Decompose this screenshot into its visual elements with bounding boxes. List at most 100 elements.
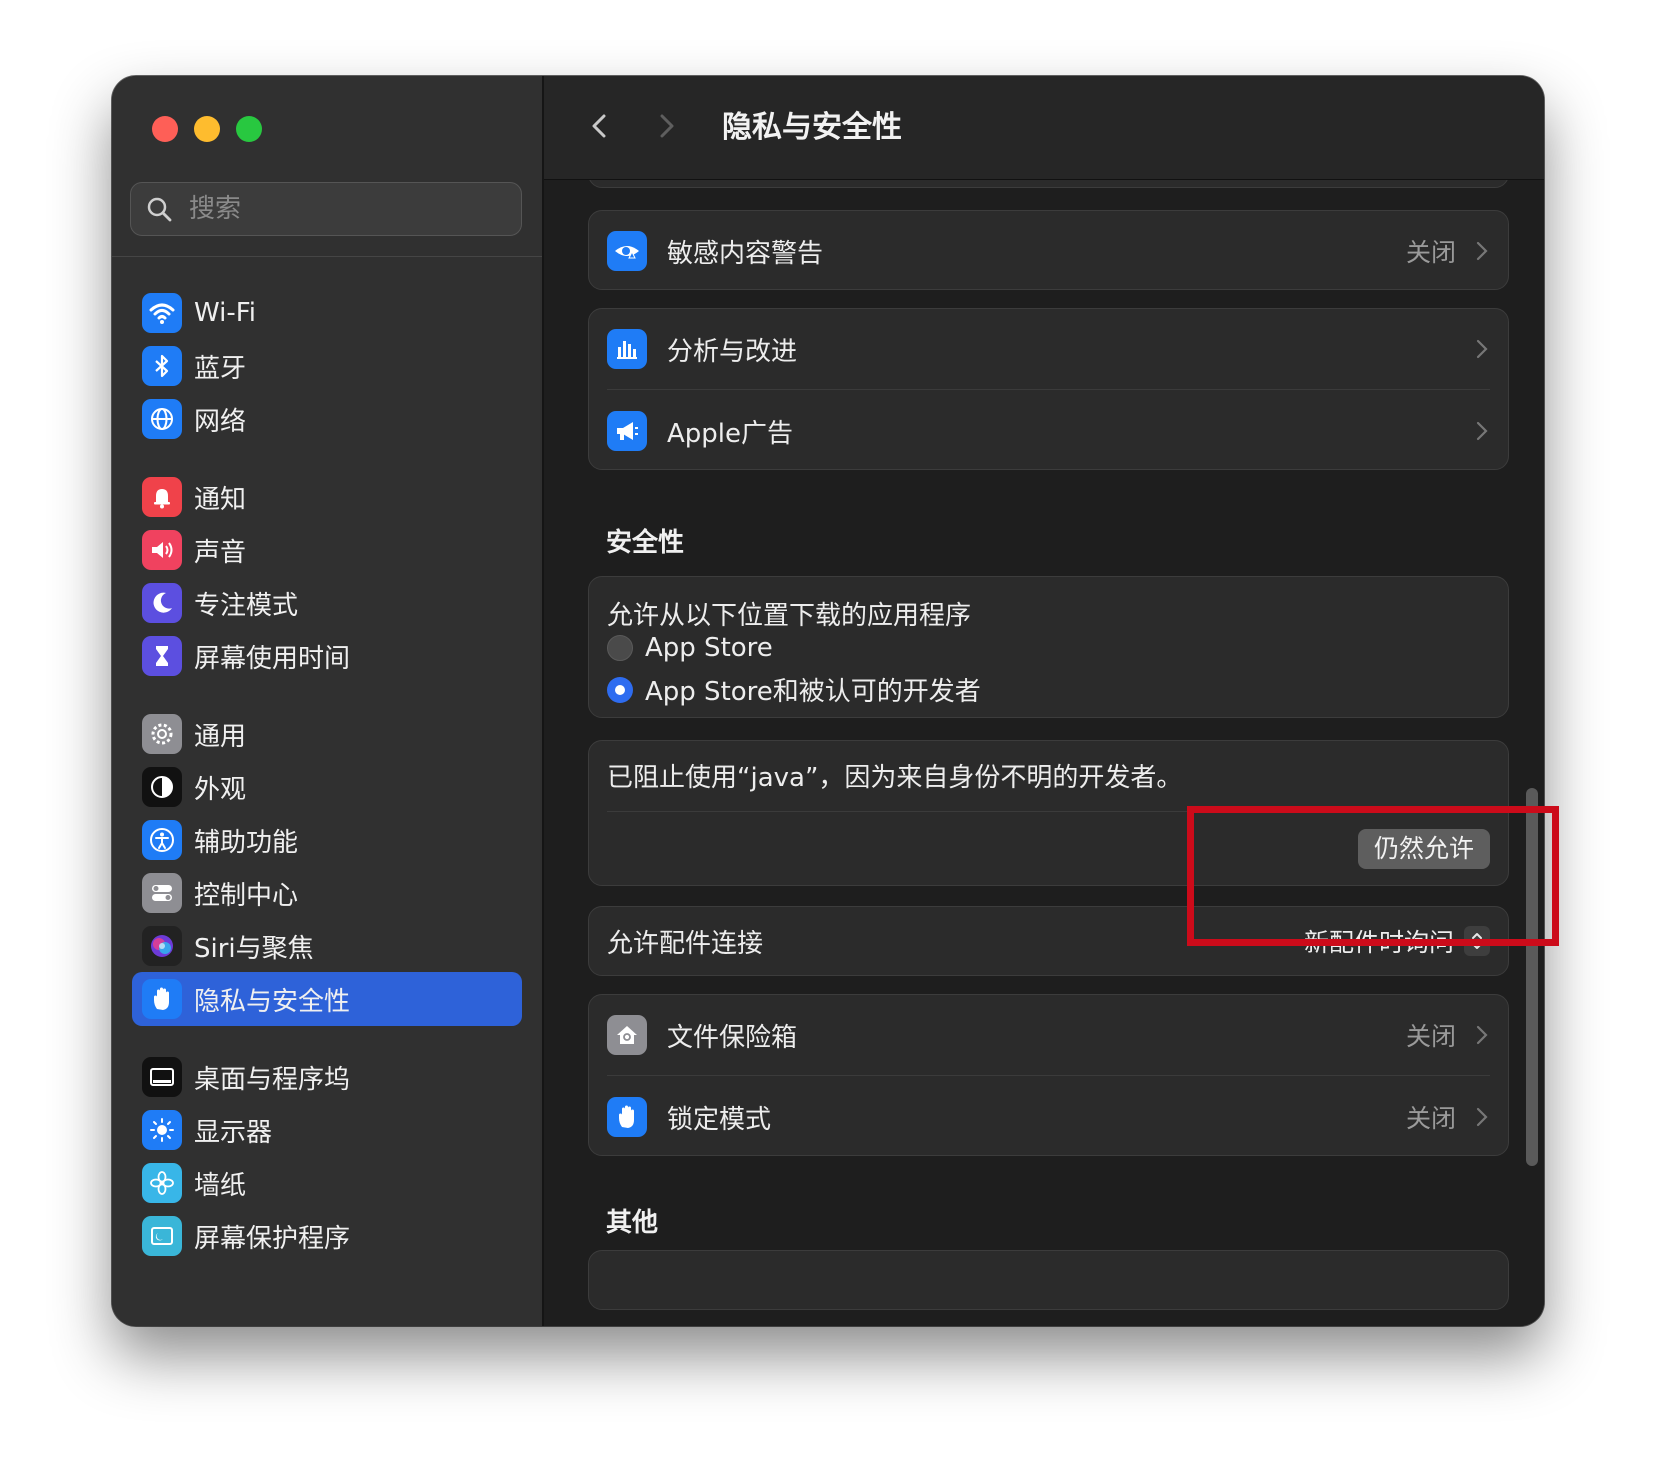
bluetooth-icon <box>142 346 182 386</box>
partial-card <box>588 180 1509 188</box>
row-label: Apple广告 <box>667 418 794 449</box>
sidebar-item-label: 桌面与程序坞 <box>194 1064 351 1095</box>
sidebar-item-displays[interactable]: 显示器 <box>132 1103 522 1157</box>
annotation-highlight-box <box>1187 806 1559 946</box>
toggles-icon <box>142 873 182 913</box>
sidebar-item-focus[interactable]: 专注模式 <box>132 576 522 630</box>
bar-chart-icon <box>607 329 647 369</box>
back-button[interactable] <box>580 106 620 146</box>
gear-icon <box>142 714 182 754</box>
settings-window: Wi-Fi 蓝牙 网络 通知 声音 <box>112 76 1544 1326</box>
analytics-card: 分析与改进 Apple广告 <box>588 308 1509 470</box>
siri-icon <box>142 926 182 966</box>
sidebar-item-label: 墙纸 <box>194 1170 247 1201</box>
sidebar-item-appearance[interactable]: 外观 <box>132 760 522 814</box>
sidebar-item-network[interactable]: 网络 <box>132 392 522 446</box>
radio-label: App Store <box>645 633 773 663</box>
filevault-card: 文件保险箱 关闭 锁定模式 关闭 <box>588 994 1509 1156</box>
radio-app-store[interactable]: App Store <box>607 633 773 663</box>
globe-icon <box>142 399 182 439</box>
row-label: 文件保险箱 <box>667 1022 798 1053</box>
sidebar-item-general[interactable]: 通用 <box>132 707 522 761</box>
close-window-button[interactable] <box>152 116 178 142</box>
house-lock-icon <box>607 1015 647 1055</box>
sidebar-item-desktop-dock[interactable]: 桌面与程序坞 <box>132 1050 522 1104</box>
wifi-icon <box>142 293 182 333</box>
settings-content: 敏感内容警告 关闭 分析与改进 Apple广告 安全性 允许从以下位置下载的应用… <box>544 180 1544 1326</box>
partial-card <box>588 1250 1509 1310</box>
sidebar-item-label: 辅助功能 <box>194 827 299 858</box>
eye-warning-icon <box>607 231 647 271</box>
blocked-message: 已阻止使用“java”，因为来自身份不明的开发者。 <box>607 763 1183 793</box>
sidebar-item-sound[interactable]: 声音 <box>132 523 522 577</box>
sidebar-item-label: 声音 <box>194 537 247 568</box>
sensitive-content-row[interactable]: 敏感内容警告 关闭 <box>607 209 1490 293</box>
apple-ads-row[interactable]: Apple广告 <box>607 389 1490 473</box>
search-field[interactable] <box>130 182 522 236</box>
sidebar-item-label: 显示器 <box>194 1117 273 1148</box>
radio-button[interactable] <box>607 635 633 661</box>
other-section-title: 其他 <box>606 1208 659 1238</box>
zoom-window-button[interactable] <box>236 116 262 142</box>
filevault-row[interactable]: 文件保险箱 关闭 <box>607 993 1490 1077</box>
security-section-title: 安全性 <box>606 528 685 558</box>
analytics-row[interactable]: 分析与改进 <box>607 307 1490 391</box>
sidebar-item-screen-time[interactable]: 屏幕使用时间 <box>132 629 522 683</box>
screensaver-icon <box>142 1216 182 1256</box>
chevron-right-icon <box>1476 1025 1488 1045</box>
forward-button[interactable] <box>646 106 686 146</box>
sidebar-item-notifications[interactable]: 通知 <box>132 470 522 524</box>
chevron-right-icon <box>1476 1107 1488 1127</box>
lockdown-row[interactable]: 锁定模式 关闭 <box>607 1075 1490 1159</box>
chevron-right-icon <box>1476 421 1488 441</box>
download-source-card: 允许从以下位置下载的应用程序 App Store App Store和被认可的开… <box>588 576 1509 718</box>
sidebar-item-label: 通知 <box>194 484 247 515</box>
chevron-right-icon <box>1476 339 1488 359</box>
sidebar-item-accessibility[interactable]: 辅助功能 <box>132 813 522 867</box>
search-input[interactable] <box>187 193 491 225</box>
sensitive-content-card: 敏感内容警告 关闭 <box>588 210 1509 290</box>
chevron-right-icon <box>660 114 674 138</box>
appearance-icon <box>142 767 182 807</box>
sidebar-divider <box>112 256 542 257</box>
radio-label: App Store和被认可的开发者 <box>645 677 981 707</box>
hourglass-icon <box>142 636 182 676</box>
minimize-window-button[interactable] <box>194 116 220 142</box>
sidebar-item-wifi[interactable]: Wi-Fi <box>132 286 522 340</box>
page-title: 隐私与安全性 <box>722 110 902 145</box>
accessibility-icon <box>142 820 182 860</box>
search-icon <box>147 197 172 222</box>
sidebar-item-label: Siri与聚焦 <box>194 933 314 964</box>
sidebar-item-privacy-security[interactable]: 隐私与安全性 <box>132 972 522 1026</box>
dock-icon <box>142 1057 182 1097</box>
sidebar-item-siri[interactable]: Siri与聚焦 <box>132 919 522 973</box>
megaphone-icon <box>607 411 647 451</box>
bell-icon <box>142 477 182 517</box>
row-label: 允许配件连接 <box>607 928 764 959</box>
row-label: 敏感内容警告 <box>667 238 824 269</box>
chevron-left-icon <box>592 114 606 138</box>
radio-app-store-identified[interactable]: App Store和被认可的开发者 <box>607 671 981 708</box>
download-source-label: 允许从以下位置下载的应用程序 <box>607 601 972 631</box>
moon-icon <box>142 583 182 623</box>
sidebar-item-label: 控制中心 <box>194 880 299 911</box>
sidebar-item-label: 专注模式 <box>194 590 299 621</box>
sidebar-item-bluetooth[interactable]: 蓝牙 <box>132 339 522 393</box>
sidebar-item-screensaver[interactable]: 屏幕保护程序 <box>132 1209 522 1263</box>
sidebar-item-label: 蓝牙 <box>194 353 247 384</box>
sidebar-item-label: 网络 <box>194 406 247 437</box>
sidebar-item-label: 屏幕使用时间 <box>194 643 351 674</box>
row-value: 关闭 <box>1405 1104 1456 1133</box>
window-controls <box>152 116 262 142</box>
sun-icon <box>142 1110 182 1150</box>
sidebar-item-label: Wi-Fi <box>194 298 257 328</box>
radio-button-selected[interactable] <box>607 676 633 703</box>
main-pane: 隐私与安全性 敏感内容警告 关闭 分析与改进 Apple广告 安全性 允许从以下… <box>544 76 1544 1326</box>
flower-icon <box>142 1163 182 1203</box>
sidebar-item-wallpaper[interactable]: 墙纸 <box>132 1156 522 1210</box>
sidebar: Wi-Fi 蓝牙 网络 通知 声音 <box>112 76 544 1326</box>
hand-icon <box>142 979 182 1019</box>
sidebar-item-control-center[interactable]: 控制中心 <box>132 866 522 920</box>
toolbar: 隐私与安全性 <box>544 76 1544 180</box>
chevron-right-icon <box>1476 241 1488 261</box>
